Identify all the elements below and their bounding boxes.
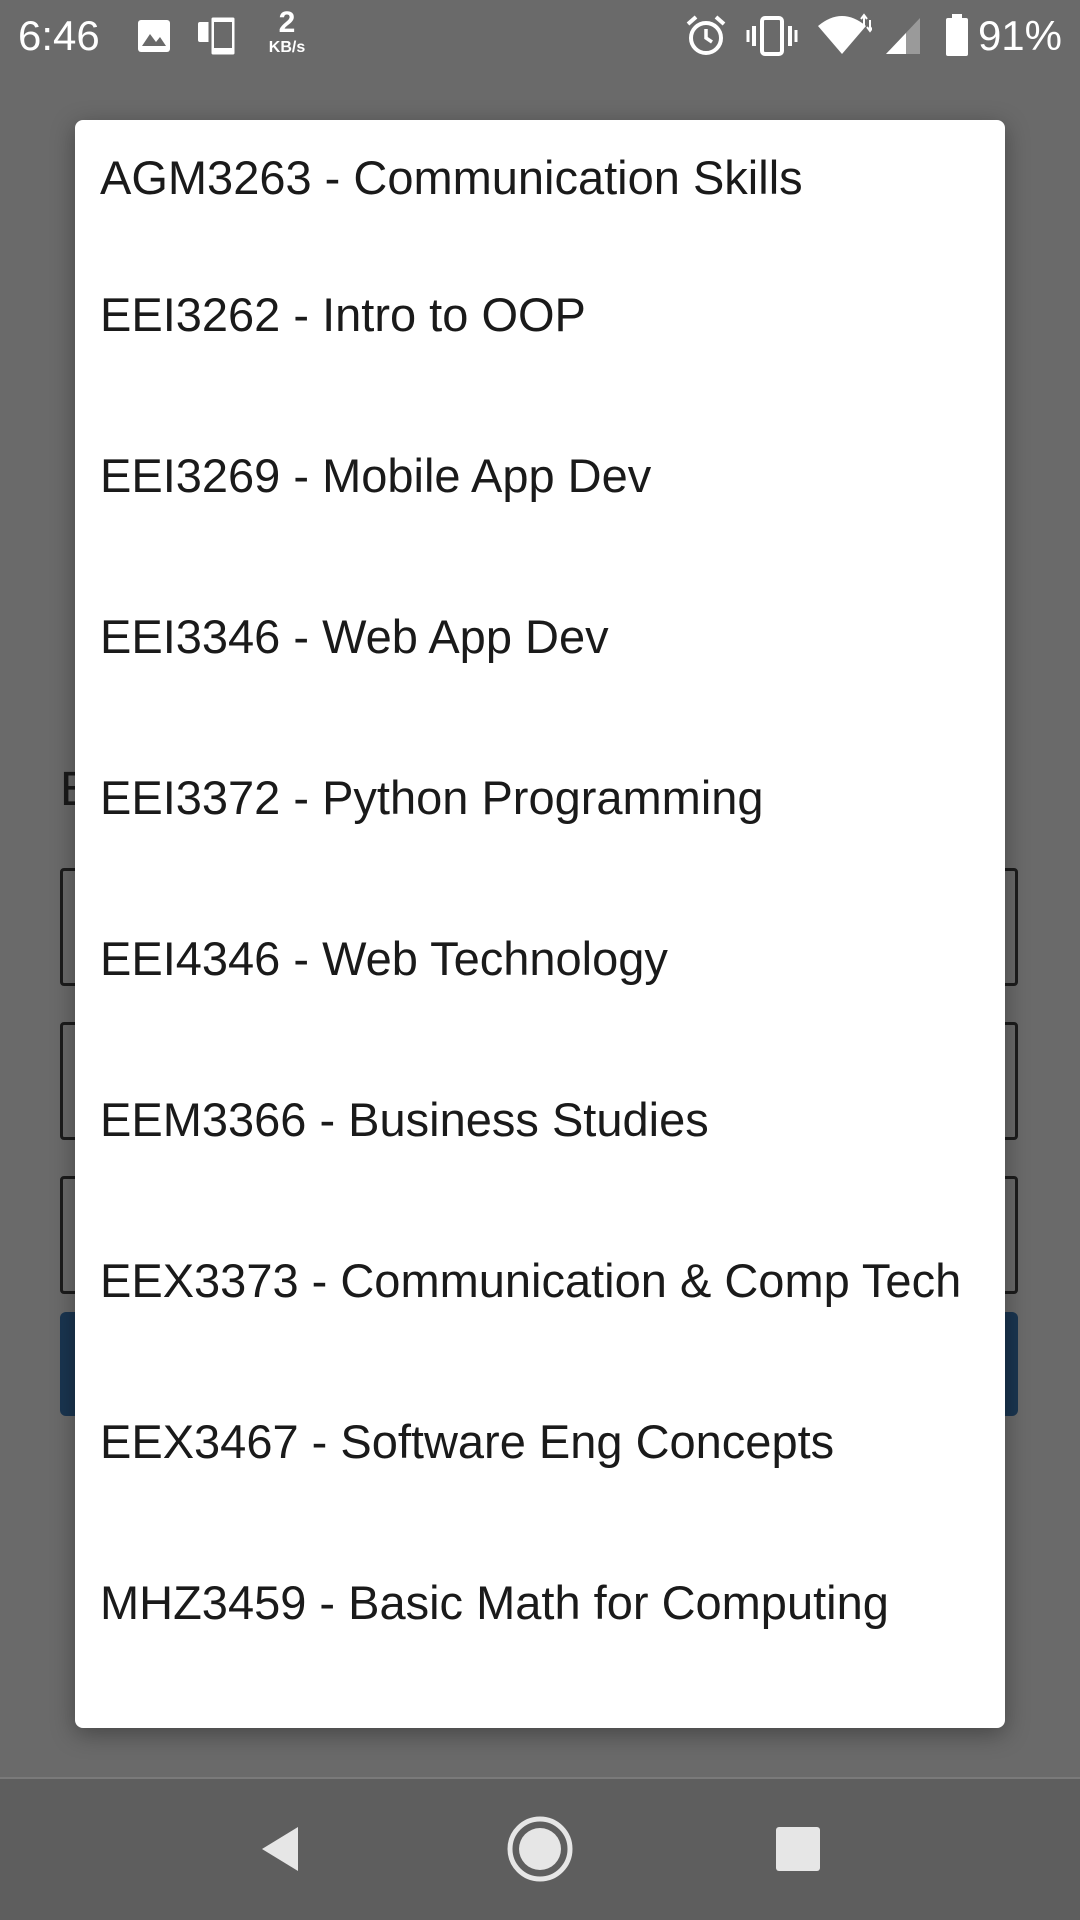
data-rate: 2 KB/s — [262, 8, 312, 56]
back-button[interactable] — [240, 1809, 320, 1889]
course-option[interactable]: MHZ3459 - Basic Math for Computing — [75, 1522, 1005, 1683]
recents-icon — [776, 1827, 820, 1871]
home-icon — [507, 1816, 573, 1882]
course-option[interactable]: EEI4346 - Web Technology — [75, 878, 1005, 1039]
home-button[interactable] — [500, 1809, 580, 1889]
battery-percent: 91% — [977, 12, 1062, 59]
course-option[interactable]: EEI3269 - Mobile App Dev — [75, 395, 1005, 556]
data-rate-unit: KB/s — [268, 39, 306, 56]
course-option[interactable]: EEI3372 - Python Programming — [75, 717, 1005, 878]
course-option[interactable]: EEI3346 - Web App Dev — [75, 556, 1005, 717]
signal-icon — [884, 12, 924, 65]
status-time: 6:46 — [18, 12, 100, 59]
course-option[interactable]: EEM3366 - Business Studies — [75, 1039, 1005, 1200]
alarm-icon — [684, 12, 728, 65]
course-option[interactable]: EEI3262 - Intro to OOP — [75, 234, 1005, 395]
wifi-icon — [816, 12, 874, 65]
back-icon — [262, 1827, 298, 1871]
course-option[interactable]: EEX3467 - Software Eng Concepts — [75, 1361, 1005, 1522]
course-select-dialog: AGM3263 - Communication Skills EEI3262 -… — [75, 120, 1005, 1728]
device-icon — [196, 12, 242, 65]
image-icon — [136, 12, 172, 65]
battery-icon — [944, 12, 970, 65]
data-rate-value: 2 — [278, 6, 296, 39]
screen: 6:46 2 KB/s 91% AGM3263 - Communication … — [0, 0, 1080, 1920]
course-option[interactable]: EEX3373 - Communication & Comp Tech — [75, 1200, 1005, 1361]
status-bar: 6:46 2 KB/s 91% — [0, 0, 1080, 72]
recents-button[interactable] — [758, 1809, 838, 1889]
navigation-bar — [0, 1777, 1080, 1920]
course-option[interactable]: AGM3263 - Communication Skills — [75, 120, 1005, 234]
vibrate-icon — [746, 12, 798, 65]
